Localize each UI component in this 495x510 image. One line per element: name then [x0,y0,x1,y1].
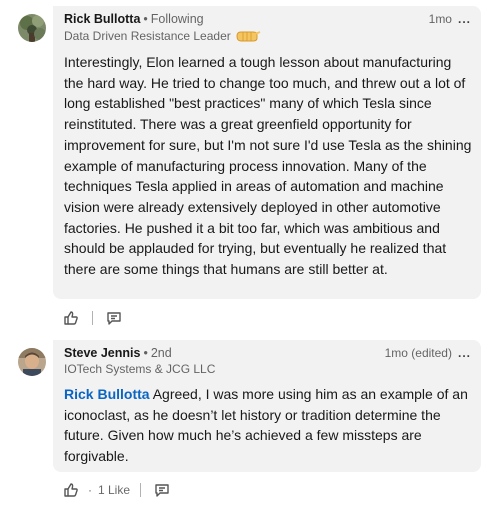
ellipsis-icon[interactable]: ... [458,346,471,360]
action-divider [140,483,142,497]
author-headline: Data Driven Resistance Leader [64,29,261,46]
comment-rick-bullotta: Rick Bullotta • Following Data Driven Resi… [0,0,495,330]
avatar[interactable] [18,14,46,42]
timestamp: 1mo (edited) [384,346,452,360]
thumbs-up-icon[interactable] [60,480,82,500]
comment-icon[interactable] [151,480,173,500]
avatar[interactable] [18,348,46,376]
comment-steve-jennis: Steve Jennis • 2nd IOTech Systems & JCG LL… [0,330,495,510]
like-separator: · [88,483,92,497]
separator-dot: • [143,12,148,26]
headline-text: Data Driven Resistance Leader [64,29,231,43]
comment-bubble: Rick Bullotta • Following Data Driven Resi… [53,6,481,299]
timestamp: 1mo [428,12,452,26]
comment-text: Interestingly, Elon learned a tough less… [64,54,472,278]
comment-meta: 1mo (edited)... [385,346,471,360]
comment-actions [60,308,125,328]
raised-fist-emoji-icon [235,29,261,46]
comment-icon[interactable] [103,308,125,328]
action-divider [92,311,93,325]
author-name[interactable]: Steve Jennis [64,346,140,360]
connection-degree: 2nd [150,346,172,360]
separator-dot: • [143,346,148,360]
mention-link[interactable]: Rick Bullotta [64,386,150,402]
author-name[interactable]: Rick Bullotta [64,12,140,26]
like-count[interactable]: 1 Like [98,483,130,497]
author-row: Rick Bullotta • Following [64,12,204,26]
author-headline: IOTech Systems & JCG LLC [64,362,216,376]
author-row: Steve Jennis • 2nd [64,346,172,360]
comment-bubble: Steve Jennis • 2nd IOTech Systems & JCG LL… [53,340,481,472]
thumbs-up-icon[interactable] [60,308,82,328]
comment-meta: 1mo... [429,12,471,26]
comment-actions: · 1 Like [60,480,173,500]
ellipsis-icon[interactable]: ... [458,12,471,26]
connection-status: Following [150,12,204,26]
comment-text: Rick Bullotta Agreed, I was more using h… [64,384,472,467]
